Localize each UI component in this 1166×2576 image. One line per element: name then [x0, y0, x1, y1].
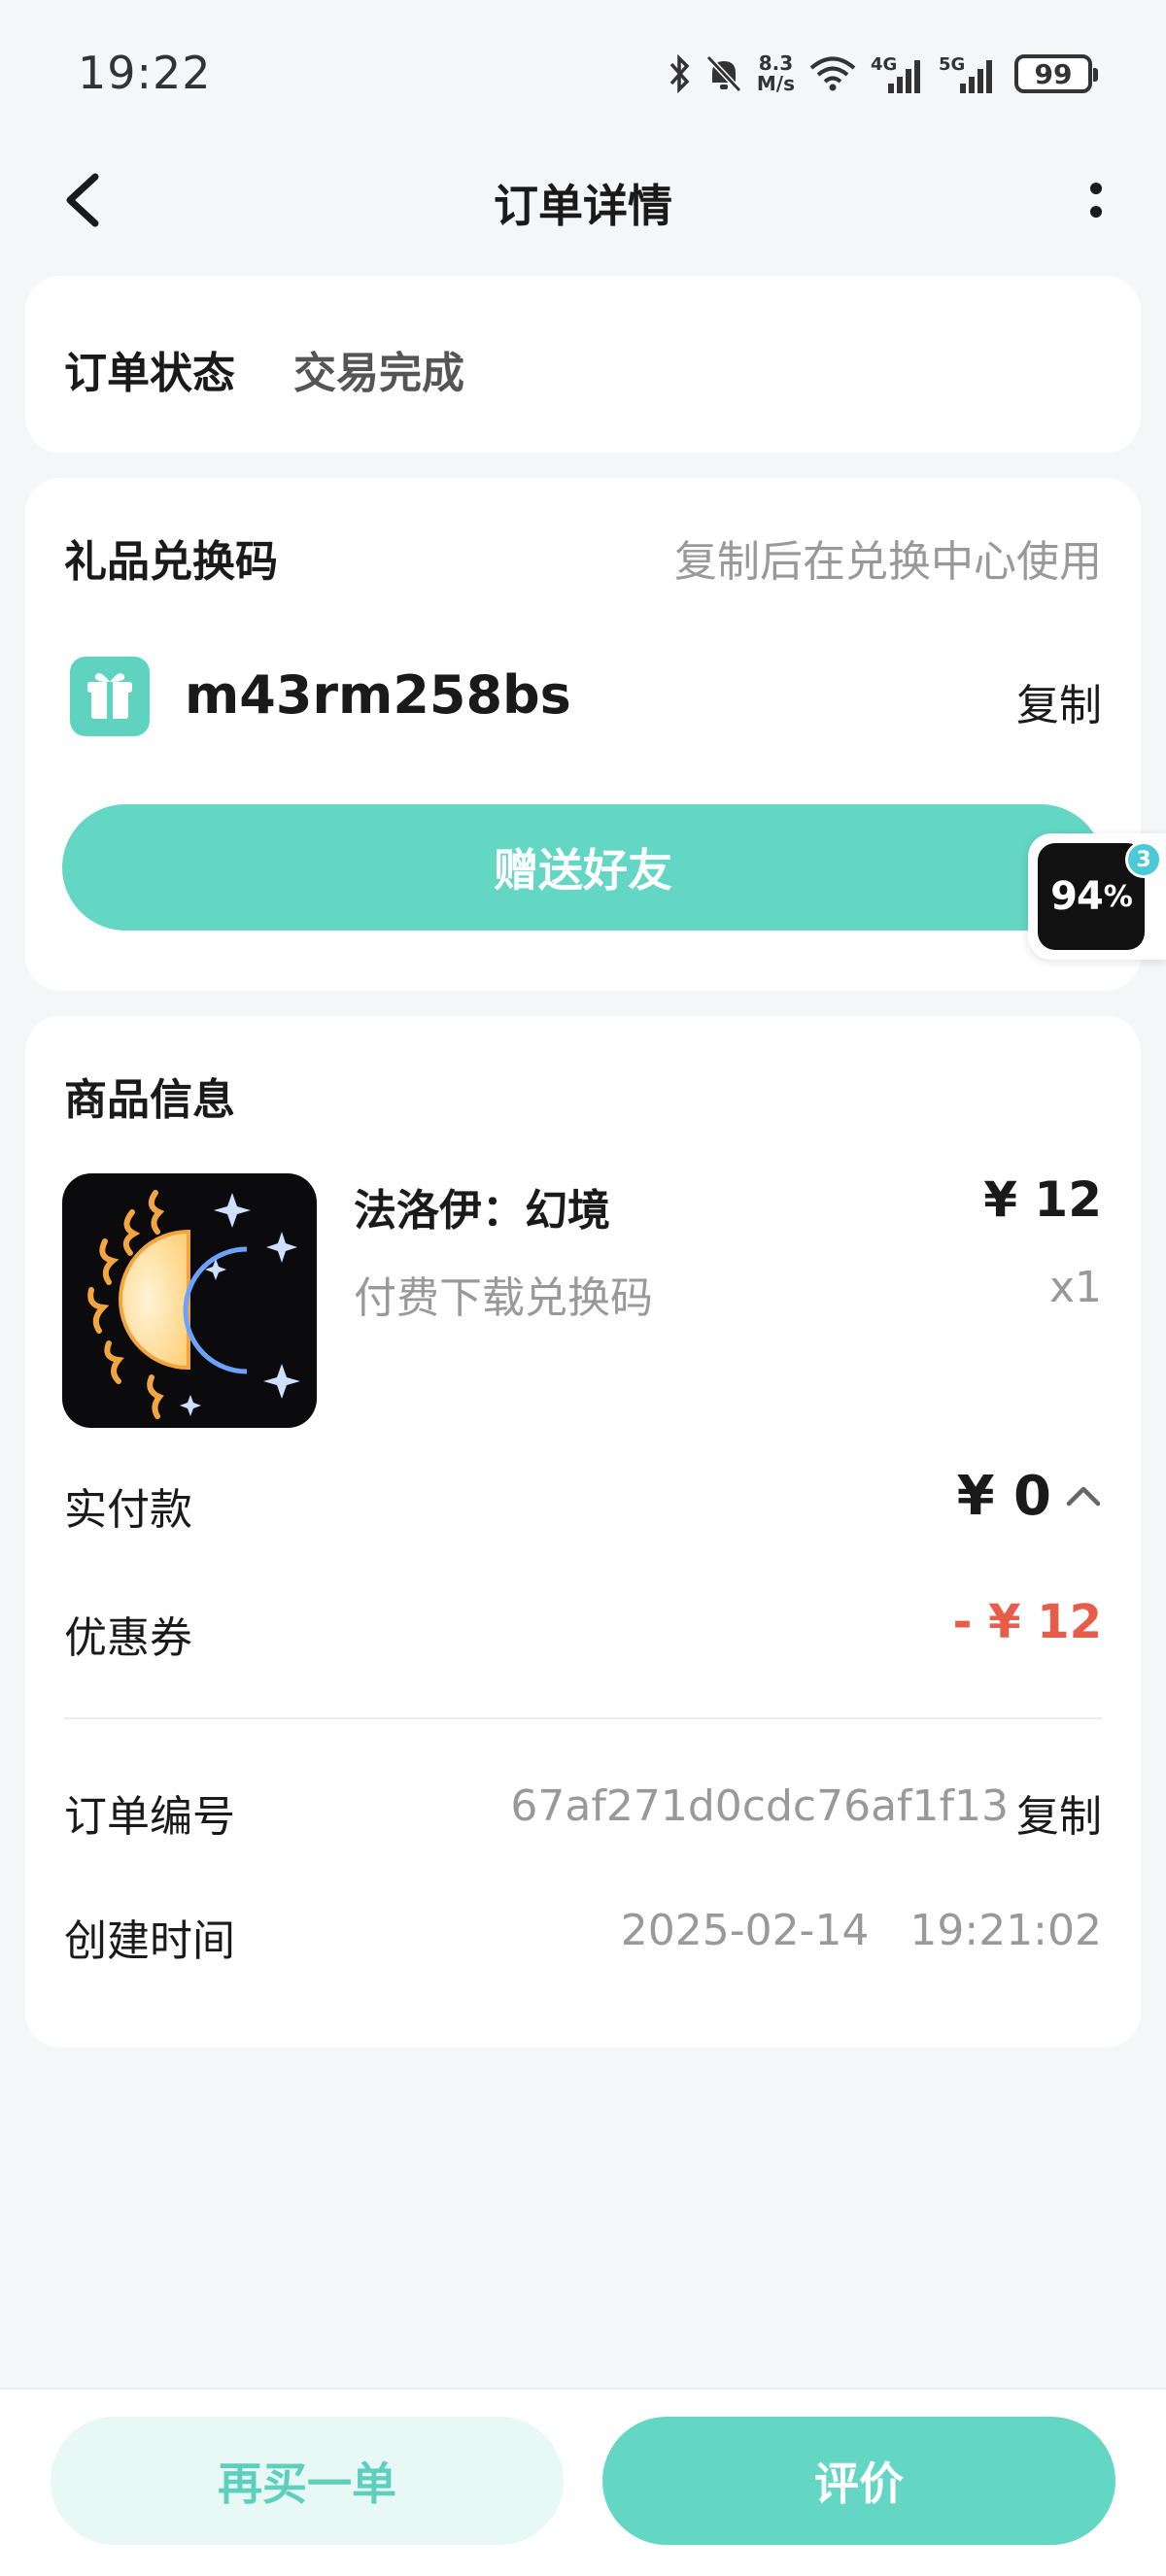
gift-code-card: 礼品兑换码 复制后在兑换中心使用 m43rm258bs 复制 赠送好友 — [25, 478, 1141, 991]
order-status-label: 订单状态 — [64, 349, 235, 398]
network-speed: 8.3 M/s — [757, 53, 795, 94]
order-number-label: 订单编号 — [64, 1792, 235, 1842]
signal-5g-icon: 5G — [939, 54, 992, 93]
bottom-action-bar: 再买一单 评价 — [0, 2388, 1166, 2576]
gift-icon — [70, 657, 150, 736]
product-section-title: 商品信息 — [64, 1075, 235, 1125]
review-button[interactable]: 评价 — [602, 2417, 1115, 2545]
nav-bar: 订单详情 — [0, 146, 1166, 253]
copy-order-number-button[interactable]: 复制 — [1016, 1781, 1102, 1844]
signal-4g-icon: 4G — [871, 54, 920, 93]
coupon-label: 优惠券 — [64, 1613, 192, 1663]
gift-section-title: 礼品兑换码 — [64, 537, 278, 587]
product-subtitle: 付费下载兑换码 — [354, 1273, 653, 1323]
order-number-value: 67af271d0cdc76af1f13 — [510, 1781, 1009, 1831]
product-thumbnail[interactable] — [62, 1173, 317, 1428]
bluetooth-icon — [669, 54, 690, 93]
net-speed-unit: M/s — [756, 72, 795, 95]
order-status-card: 订单状态 交易完成 — [25, 276, 1141, 453]
status-time: 19:22 — [78, 47, 212, 99]
product-quantity: x1 — [1048, 1263, 1102, 1312]
gift-hint: 复制后在兑换中心使用 — [674, 537, 1102, 587]
created-time-value: 2025-02-14 19:21:02 — [620, 1906, 1102, 1955]
more-icon[interactable] — [1075, 173, 1117, 227]
floating-widget[interactable]: 94% 3 — [1028, 833, 1166, 960]
paid-amount-label: 实付款 — [64, 1485, 192, 1535]
wifi-icon — [809, 56, 856, 91]
coupon-value: - ¥ 12 — [952, 1595, 1102, 1649]
floating-widget-number: 94 — [1050, 874, 1104, 919]
buy-again-button[interactable]: 再买一单 — [51, 2417, 564, 2545]
product-name[interactable]: 法洛伊：幻境 — [354, 1175, 610, 1237]
order-status-value: 交易完成 — [293, 349, 464, 398]
send-to-friend-button[interactable]: 赠送好友 — [62, 804, 1104, 931]
created-time-label: 创建时间 — [64, 1916, 235, 1966]
mute-icon — [705, 54, 742, 93]
status-bar: 19:22 8.3 M/s 4G 5G 99 — [0, 0, 1166, 146]
gift-code: m43rm258bs — [185, 664, 571, 726]
floating-widget-count: 3 — [1125, 841, 1162, 878]
battery-level: 99 — [1034, 57, 1073, 90]
net-speed-value: 8.3 — [758, 51, 794, 75]
product-price: ¥ 12 — [983, 1171, 1102, 1228]
chevron-up-icon[interactable] — [1065, 1482, 1102, 1508]
signal-5g-label: 5G — [939, 54, 965, 75]
divider — [64, 1717, 1102, 1719]
battery-icon: 99 — [1014, 54, 1098, 93]
signal-4g-label: 4G — [871, 54, 897, 75]
floating-widget-unit: % — [1103, 879, 1133, 914]
product-info-card: 商品信息 法洛伊：幻境 ¥ 12 付费下载兑换码 x1 实付款 ¥ 0 优惠券 … — [25, 1016, 1141, 2048]
copy-gift-code-button[interactable]: 复制 — [1016, 670, 1102, 732]
page-title: 订单详情 — [494, 180, 672, 232]
status-icons: 8.3 M/s 4G 5G 99 — [668, 47, 1098, 101]
paid-amount-value[interactable]: ¥ 0 — [957, 1465, 1051, 1528]
